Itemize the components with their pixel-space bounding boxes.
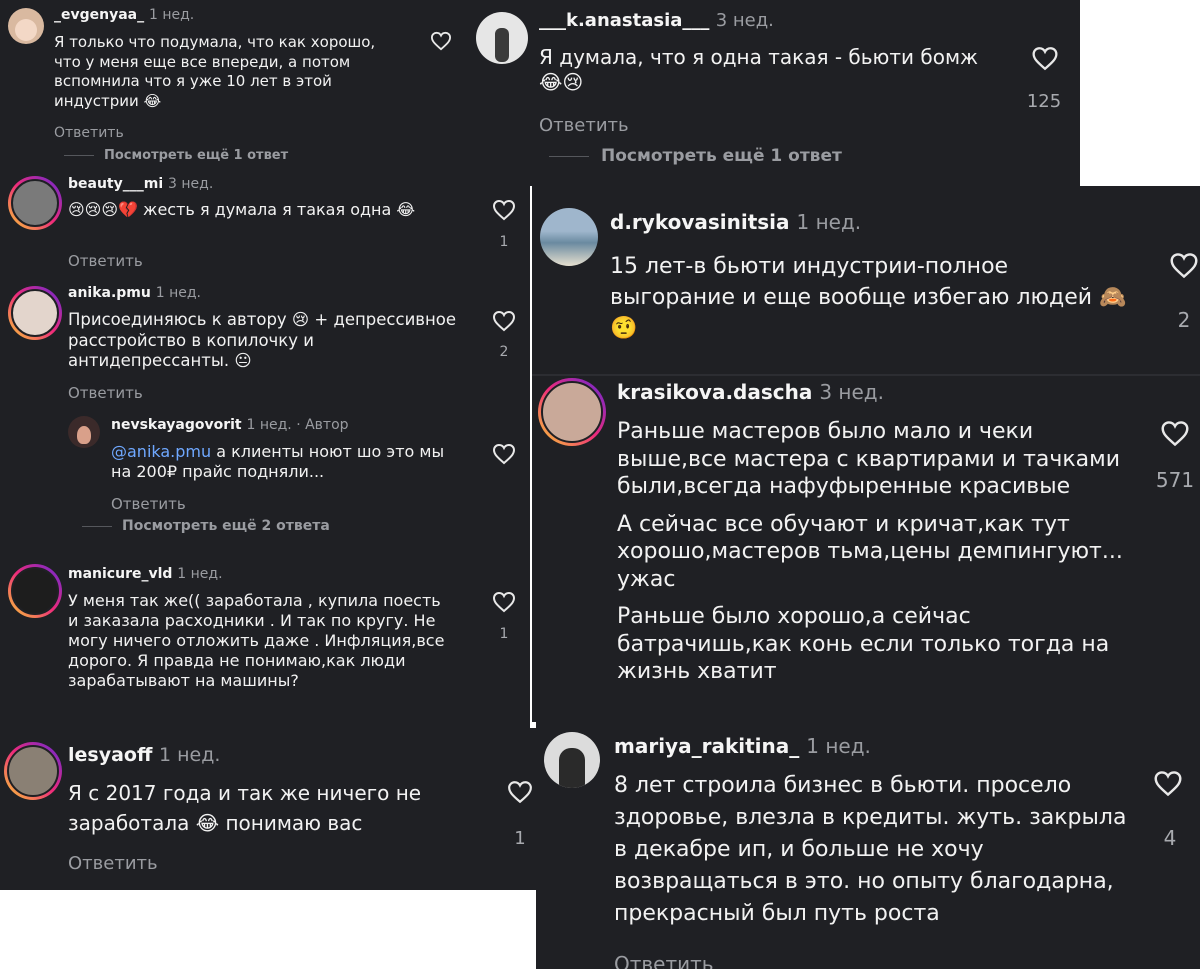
comment-text: 8 лет строила бизнес в бьюти. просело зд…	[614, 773, 1127, 926]
avatar[interactable]	[8, 8, 44, 44]
heart-icon[interactable]	[507, 780, 533, 804]
divider	[82, 525, 112, 527]
comment-text: Я с 2017 года и так же ничего не заработ…	[68, 781, 422, 835]
divider	[549, 155, 589, 157]
comment-panel-d: d.rykovasinitsia 1 нед. 15 лет-в бьюти и…	[532, 186, 1200, 722]
comment-text: Я только что подумала, что как хорошо, ч…	[54, 33, 376, 110]
comment-username[interactable]: beauty___mi 3 нед.	[68, 176, 213, 192]
avatar[interactable]	[476, 12, 528, 64]
comment-username[interactable]: _evgenyaa_ 1 нед.	[54, 7, 194, 23]
divider	[64, 155, 94, 156]
avatar[interactable]	[8, 564, 62, 618]
avatar[interactable]	[8, 176, 62, 230]
comment-panel-a: _evgenyaa_ 1 нед. Я только что подумала,…	[0, 0, 466, 172]
comment-username[interactable]: krasikova.dascha 3 нед.	[617, 380, 884, 404]
reply-button[interactable]: Ответить	[614, 952, 714, 969]
view-more-replies[interactable]: Посмотреть ещё 1 ответ	[54, 148, 288, 163]
reply-button[interactable]: Ответить	[68, 853, 158, 874]
comment-text: @anika.pmu а клиенты ноют шо это мы на 2…	[111, 442, 445, 481]
like-count[interactable]: 571	[1152, 468, 1198, 492]
reply-button[interactable]: Ответить	[68, 252, 143, 270]
avatar[interactable]	[68, 416, 100, 448]
comment-text: 😢😢😢💔 жесть я думала я такая одна 😂	[68, 200, 416, 219]
heart-icon[interactable]	[1160, 420, 1190, 447]
reply-button[interactable]: Ответить	[539, 115, 629, 136]
heart-icon[interactable]	[492, 310, 516, 332]
like-count[interactable]: 1	[508, 828, 532, 849]
view-more-replies[interactable]: Посмотреть ещё 1 ответ	[539, 146, 842, 166]
comment-panel-f: mariya_rakitina_ 1 нед. 8 лет строила би…	[536, 722, 1200, 969]
comment-username[interactable]: lesyaoff 1 нед.	[68, 744, 220, 766]
heart-icon[interactable]	[492, 199, 516, 221]
reply-button[interactable]: Ответить	[54, 125, 124, 141]
comment-panel-e: lesyaoff 1 нед. Я с 2017 года и так же н…	[0, 728, 536, 890]
heart-icon[interactable]	[1031, 46, 1059, 71]
comment-text: У меня так же(( заработала , купила поес…	[68, 591, 445, 690]
avatar[interactable]	[8, 286, 62, 340]
comment-username[interactable]: manicure_vld 1 нед.	[68, 566, 223, 582]
like-count[interactable]: 1	[494, 626, 514, 642]
reply-button[interactable]: Ответить	[68, 384, 143, 402]
comment-paragraph: Раньше мастеров было мало и чеки выше,вс…	[617, 419, 1121, 499]
like-count[interactable]: 2	[494, 344, 514, 360]
like-count[interactable]: 2	[1172, 308, 1196, 332]
avatar[interactable]	[4, 742, 62, 800]
avatar[interactable]	[538, 378, 606, 446]
comment-username[interactable]: ___k.anastasia___ 3 нед.	[539, 10, 774, 31]
like-count[interactable]: 125	[1022, 91, 1066, 112]
divider	[532, 374, 1200, 376]
comment-username[interactable]: d.rykovasinitsia 1 нед.	[610, 210, 861, 234]
reply-button[interactable]: Ответить	[111, 495, 186, 513]
like-count[interactable]: 1	[494, 234, 514, 250]
comment-username[interactable]: mariya_rakitina_ 1 нед.	[614, 734, 871, 758]
comment-text: Я думала, что я одна такая - бьюти бомж …	[539, 45, 979, 94]
heart-icon[interactable]	[1153, 770, 1183, 797]
comment-panel-c: beauty___mi 3 нед. 😢😢😢💔 жесть я думала я…	[0, 170, 530, 730]
avatar[interactable]	[544, 732, 600, 788]
comment-text: Присоединяюсь к автору 😢 + депрессивное …	[68, 310, 457, 371]
comment-username[interactable]: nevskayagovorit 1 нед. · Автор	[111, 417, 349, 433]
heart-icon[interactable]	[430, 31, 452, 51]
heart-icon[interactable]	[1169, 252, 1199, 279]
mention-link[interactable]: @anika.pmu	[111, 442, 211, 461]
heart-icon[interactable]	[492, 591, 516, 613]
comment-username[interactable]: anika.pmu 1 нед.	[68, 285, 201, 301]
heart-icon[interactable]	[492, 443, 516, 465]
comment-paragraph: А сейчас все обучают и кричат,как тут хо…	[617, 511, 1123, 592]
comment-panel-b: ___k.anastasia___ 3 нед. Я думала, что я…	[466, 0, 1080, 186]
comment-text: Раньше мастеров было мало и чеки выше,вс…	[617, 418, 1137, 686]
avatar[interactable]	[540, 208, 598, 266]
view-more-replies[interactable]: Посмотреть ещё 2 ответа	[72, 518, 330, 534]
like-count[interactable]: 4	[1158, 826, 1182, 850]
comment-paragraph: Раньше было хорошо,а сейчас батрачишь,ка…	[617, 604, 1110, 684]
comment-text: 15 лет-в бьюти индустрии-полное выгорани…	[610, 254, 1127, 341]
